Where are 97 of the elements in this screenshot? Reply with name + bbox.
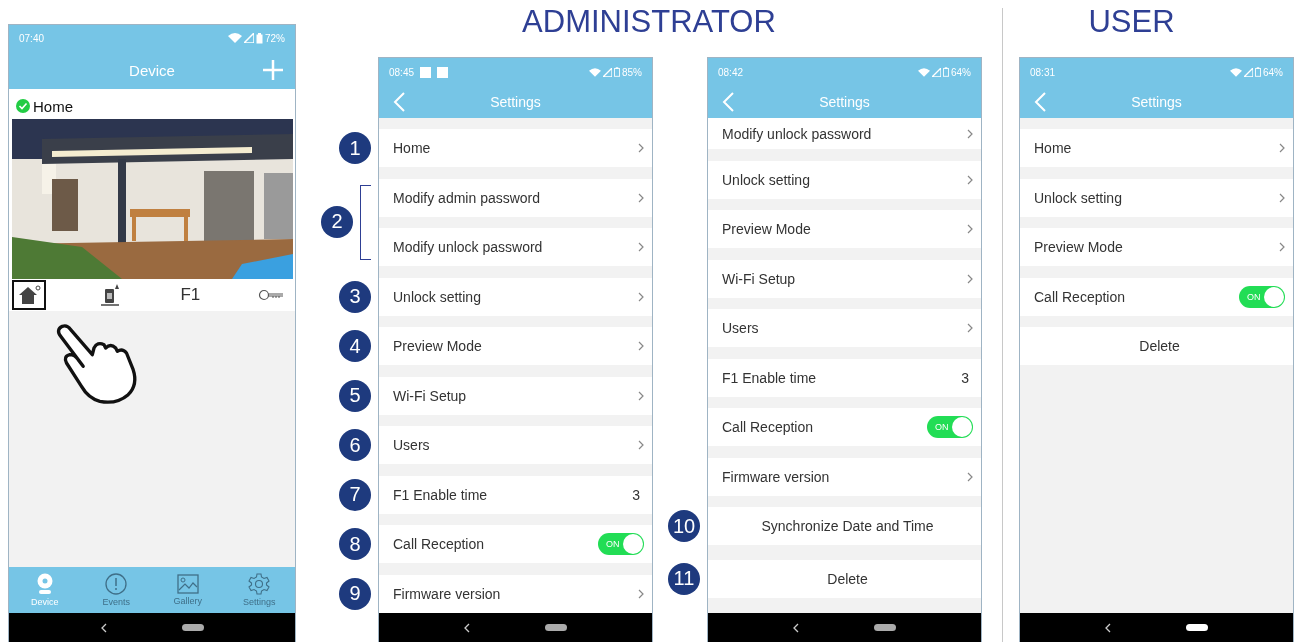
home-pill[interactable]	[181, 624, 204, 631]
settings-row[interactable]: Users	[379, 426, 652, 464]
settings-row[interactable]: Users	[708, 309, 981, 347]
back-icon[interactable]	[793, 622, 799, 633]
alert-icon	[105, 573, 128, 595]
settings-row[interactable]: Call Reception ON	[379, 525, 652, 563]
settings-row[interactable]: Preview Mode	[379, 327, 652, 365]
setting-value: 3	[632, 486, 641, 503]
settings-row[interactable]: Call Reception ON	[708, 408, 981, 446]
chevron-icon	[1279, 192, 1285, 203]
settings-row[interactable]: Modify unlock password	[379, 228, 652, 266]
step-badge: 5	[339, 379, 371, 412]
settings-row[interactable]: F1 Enable time 3	[708, 358, 981, 397]
settings-row[interactable]: Firmware version	[379, 574, 652, 613]
battery-percent: 72%	[265, 32, 285, 44]
battery-icon	[256, 32, 263, 44]
screen-title: Device	[129, 61, 175, 79]
section-heading: ADMINISTRATOR	[521, 3, 777, 41]
screen-title: Settings	[819, 94, 870, 110]
step-badge: 2	[321, 205, 353, 238]
signal-icon	[932, 67, 941, 77]
settings-row[interactable]: Wi-Fi Setup	[379, 376, 652, 415]
settings-row[interactable]: Unlock setting	[1020, 178, 1293, 217]
battery-icon	[614, 67, 620, 77]
step-badge: 4	[339, 330, 371, 362]
battery-icon	[943, 67, 949, 77]
screen-title: Settings	[490, 94, 541, 110]
chevron-icon	[967, 224, 973, 234]
device-name[interactable]: Home	[33, 97, 73, 115]
settings-row[interactable]: Call Reception ON	[1020, 277, 1293, 316]
back-icon[interactable]	[1105, 622, 1111, 633]
settings-row[interactable]: Wi-Fi Setup	[708, 259, 981, 298]
section-heading: USER	[1087, 3, 1176, 41]
status-time: 07:40	[19, 32, 45, 44]
key-icon[interactable]	[257, 289, 284, 301]
wifi-icon	[918, 67, 930, 77]
chevron-icon	[638, 341, 644, 351]
chevron-icon	[638, 192, 644, 203]
output-button[interactable]: F1	[180, 285, 201, 305]
step-badge: 9	[339, 577, 371, 610]
status-time: 08:31	[1030, 66, 1056, 78]
step-badge: 6	[339, 429, 371, 461]
chevron-icon	[1279, 242, 1285, 252]
back-icon[interactable]	[464, 622, 470, 633]
chevron-icon	[967, 128, 973, 139]
setting-value: 3	[961, 369, 970, 386]
chevron-icon	[967, 323, 973, 333]
wifi-icon	[228, 33, 242, 43]
gallery-icon	[176, 574, 199, 594]
settings-row[interactable]: Preview Mode	[708, 210, 981, 248]
chevron-icon	[638, 390, 644, 401]
settings-icon	[248, 573, 271, 595]
status-time: 08:45	[389, 66, 415, 78]
battery-percent: 64%	[951, 66, 971, 78]
chevron-icon	[967, 471, 973, 482]
settings-row[interactable]: Unlock setting	[708, 160, 981, 199]
chevron-icon	[1279, 143, 1285, 153]
notification-icon	[437, 66, 449, 78]
settings-row[interactable]: Preview Mode	[1020, 228, 1293, 266]
step-badge: 11	[668, 562, 700, 595]
chevron-icon	[638, 291, 644, 302]
settings-row[interactable]: Delete	[708, 559, 981, 598]
chevron-icon	[638, 143, 644, 153]
status-time: 08:42	[718, 66, 744, 78]
settings-row[interactable]: F1 Enable time 3	[379, 475, 652, 514]
chevron-icon	[638, 588, 644, 599]
back-icon[interactable]	[100, 622, 107, 633]
battery-percent: 64%	[1263, 66, 1283, 78]
home-pill[interactable]	[545, 624, 567, 631]
settings-row[interactable]: Modify unlock password	[708, 118, 981, 149]
battery-percent: 85%	[622, 66, 642, 78]
signal-icon	[603, 67, 612, 77]
settings-row[interactable]: Synchronize Date and Time	[708, 507, 981, 545]
settings-row[interactable]: Modify admin password	[379, 178, 652, 217]
wifi-icon	[589, 67, 601, 77]
settings-row[interactable]: Home	[379, 129, 652, 167]
step-badge: 8	[339, 528, 371, 560]
chevron-icon	[638, 440, 644, 450]
chevron-icon	[638, 242, 644, 252]
step-badge: 1	[339, 132, 371, 164]
screen-title: Settings	[1131, 94, 1182, 110]
wifi-icon	[1230, 67, 1242, 77]
chevron-icon	[967, 273, 973, 284]
step-badge: 10	[668, 510, 700, 542]
settings-row[interactable]: Home	[1020, 129, 1293, 167]
settings-row[interactable]: Unlock setting	[379, 277, 652, 316]
settings-row[interactable]: Firmware version	[708, 457, 981, 496]
step-badge: 7	[339, 478, 371, 511]
notification-icon	[420, 66, 432, 78]
settings-row[interactable]: Delete	[1020, 327, 1293, 365]
signal-icon	[1244, 67, 1253, 77]
step-badge: 3	[339, 280, 371, 313]
signal-icon	[244, 33, 254, 43]
battery-icon	[1255, 67, 1261, 77]
home-pill[interactable]	[874, 624, 896, 631]
home-pill[interactable]	[1186, 624, 1208, 631]
chevron-icon	[967, 174, 973, 185]
